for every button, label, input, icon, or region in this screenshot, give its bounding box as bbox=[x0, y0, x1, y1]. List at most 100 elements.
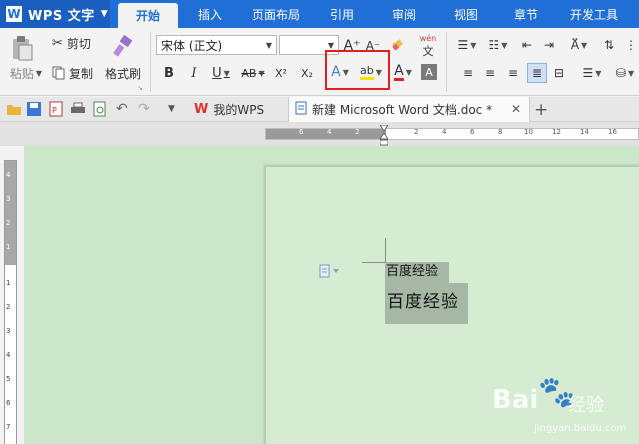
dialog-launcher-icon[interactable]: ↘ bbox=[136, 84, 144, 92]
show-marks-icon[interactable]: ⋮ bbox=[624, 36, 638, 54]
ruler-left-margin bbox=[266, 129, 386, 139]
justify-icon[interactable]: ≣ bbox=[527, 63, 547, 83]
ruler-tick: 7 bbox=[6, 423, 11, 431]
ruler-tick: 2 bbox=[414, 128, 419, 136]
chevron-down-icon: ▼ bbox=[223, 68, 230, 78]
chevron-down-icon: ▼ bbox=[405, 67, 412, 77]
strikethrough-button[interactable]: AB ▼ bbox=[238, 64, 268, 82]
export-pdf-icon[interactable]: P bbox=[48, 101, 64, 117]
tab-references[interactable]: 引用 bbox=[322, 0, 362, 28]
ruler-tick: 8 bbox=[498, 128, 503, 136]
new-tab-button[interactable]: + bbox=[532, 97, 552, 122]
paragraph-shading-button[interactable]: ⛁ ▼ bbox=[612, 65, 638, 81]
paint-bucket-icon: ⛁ bbox=[615, 66, 626, 80]
font-name-select[interactable]: 宋体 (正文) ▼ bbox=[156, 35, 277, 55]
crop-mark bbox=[385, 238, 386, 262]
align-left-icon[interactable]: ≡ bbox=[460, 65, 476, 81]
cut-label: 剪切 bbox=[66, 36, 91, 51]
numbered-list-button[interactable]: ☷ ▼ bbox=[484, 36, 512, 54]
pinyin-guide-button[interactable]: wén 文 bbox=[414, 34, 442, 58]
align-center-icon[interactable]: ≡ bbox=[482, 65, 498, 81]
document-text-line-1[interactable]: 百度经验 bbox=[386, 262, 438, 282]
font-color-button[interactable]: A ▼ bbox=[390, 62, 416, 82]
tab-home[interactable]: 开始 bbox=[118, 3, 178, 28]
wps-logo-icon: W bbox=[6, 6, 22, 22]
baidu-watermark-logo: Bai 🐾 经验 jingyan.baidu.com bbox=[492, 375, 632, 441]
chevron-down-icon: ▼ bbox=[100, 9, 108, 19]
tab-developer[interactable]: 开发工具 bbox=[562, 0, 626, 28]
close-icon[interactable]: ✕ bbox=[511, 102, 521, 116]
bullet-list-button[interactable]: ☰ ▼ bbox=[454, 36, 480, 54]
document-text-line-2[interactable]: 百度经验 bbox=[387, 290, 459, 314]
ribbon-home: 粘贴 ▼ ✂ 剪切 复制 格式刷 ↘ 宋体 (正文) ▼ ▼ A⁺ A⁻ wén … bbox=[0, 28, 639, 96]
indent-marker-icon[interactable] bbox=[379, 124, 389, 147]
distributed-icon[interactable]: ⊟ bbox=[551, 65, 567, 81]
decrease-indent-icon[interactable]: ⇤ bbox=[518, 36, 536, 54]
bold-button[interactable]: B bbox=[160, 64, 178, 82]
format-painter-button[interactable]: 格式刷 bbox=[102, 66, 144, 81]
chevron-down-icon: ▼ bbox=[581, 40, 588, 50]
align-right-icon[interactable]: ≡ bbox=[505, 65, 521, 81]
tab-page-layout[interactable]: 页面布局 bbox=[244, 0, 308, 28]
ruler-tick: 6 bbox=[299, 128, 304, 136]
copy-label: 复制 bbox=[69, 66, 94, 81]
ribbon-separator bbox=[446, 32, 447, 92]
ruler-tick: 3 bbox=[6, 327, 11, 335]
subscript-button[interactable]: X₂ bbox=[297, 64, 317, 82]
doc-tab-my-wps[interactable]: W 我的WPS bbox=[188, 97, 283, 122]
char-scaling-icon: A⃡ bbox=[570, 38, 580, 52]
char-scaling-button[interactable]: A⃡ ▼ bbox=[564, 36, 594, 54]
quick-access-bar: P ↶ ↷ ▼ W 我的WPS 新建 Microsoft Word 文档.doc… bbox=[0, 97, 639, 122]
strikethrough-label: AB bbox=[241, 66, 257, 80]
tab-view[interactable]: 视图 bbox=[446, 0, 486, 28]
ruler-tick: 16 bbox=[608, 128, 617, 136]
vertical-ruler[interactable]: 4 3 2 1 1 2 3 4 5 6 7 bbox=[4, 160, 17, 444]
font-color-icon: A bbox=[394, 62, 404, 81]
document-icon bbox=[295, 101, 307, 118]
ruler-tick: 4 bbox=[442, 128, 447, 136]
paste-label: 粘贴 bbox=[9, 66, 34, 81]
chevron-down-icon: ▼ bbox=[627, 68, 635, 78]
doc-tab-active[interactable]: 新建 Microsoft Word 文档.doc * ✕ bbox=[288, 97, 530, 122]
underline-button[interactable]: U ▼ bbox=[208, 64, 234, 82]
character-shading-button[interactable]: A bbox=[421, 64, 437, 80]
bullet-list-icon: ☰ bbox=[457, 38, 469, 52]
ruler-tick: 6 bbox=[470, 128, 475, 136]
print-icon[interactable] bbox=[70, 101, 86, 117]
ruler-tick: 2 bbox=[6, 219, 11, 227]
app-title: WPS 文字 bbox=[28, 8, 95, 24]
quick-access-dropdown-icon[interactable]: ▼ bbox=[168, 104, 184, 120]
paragraph-layout-icon[interactable] bbox=[319, 264, 341, 278]
line-spacing-button[interactable]: ☰ ▼ bbox=[578, 65, 606, 81]
cut-button[interactable]: ✂ 剪切 bbox=[52, 34, 100, 52]
sort-icon[interactable]: ⇅ bbox=[600, 36, 618, 54]
ruler-tick: 4 bbox=[6, 351, 11, 359]
paste-button[interactable]: 粘贴 ▼ bbox=[6, 66, 46, 81]
menu-bar: W WPS 文字 ▼ 开始 插入 页面布局 引用 审阅 视图 章节 开发工具 bbox=[0, 0, 639, 28]
redo-icon[interactable]: ↷ bbox=[138, 101, 154, 117]
undo-icon[interactable]: ↶ bbox=[116, 101, 132, 117]
crop-mark bbox=[362, 262, 386, 263]
clear-format-icon[interactable] bbox=[390, 37, 406, 53]
ruler-tick: 4 bbox=[327, 128, 332, 136]
ruler-tick: 10 bbox=[524, 128, 533, 136]
superscript-button[interactable]: X² bbox=[271, 64, 291, 82]
brush-icon[interactable] bbox=[108, 34, 138, 60]
svg-text:P: P bbox=[52, 106, 57, 115]
copy-button[interactable]: 复制 bbox=[52, 64, 100, 82]
app-menu-button[interactable]: W WPS 文字 ▼ bbox=[0, 0, 110, 28]
increase-indent-icon[interactable]: ⇥ bbox=[540, 36, 558, 54]
tab-sections[interactable]: 章节 bbox=[506, 0, 546, 28]
chevron-down-icon: ▼ bbox=[501, 40, 508, 50]
paste-icon[interactable] bbox=[8, 34, 36, 62]
print-preview-icon[interactable] bbox=[92, 101, 108, 117]
ruler-tick: 2 bbox=[355, 128, 360, 136]
tab-insert[interactable]: 插入 bbox=[190, 0, 230, 28]
save-icon[interactable] bbox=[26, 101, 42, 117]
tab-review[interactable]: 审阅 bbox=[384, 0, 424, 28]
ribbon-separator bbox=[150, 32, 151, 92]
italic-button[interactable]: I bbox=[185, 64, 203, 82]
open-folder-icon[interactable] bbox=[6, 101, 22, 117]
pinyin-label: wén bbox=[419, 33, 437, 43]
horizontal-ruler[interactable]: 6 4 2 2 4 6 8 10 12 14 16 bbox=[265, 128, 639, 140]
